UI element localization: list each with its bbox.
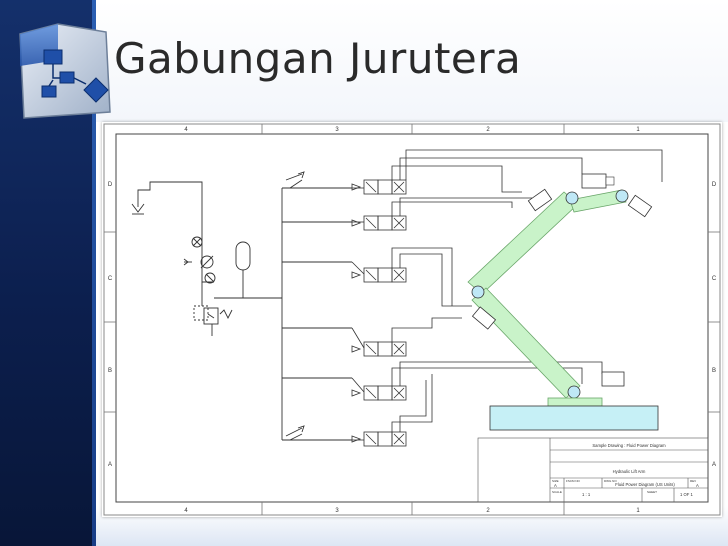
zone-label-right-b: B	[712, 368, 716, 374]
title-block-scale-label: SCALE	[552, 490, 562, 494]
title-block-sheet-label: SHEET	[647, 490, 657, 494]
zone-label-bottom-2: 2	[486, 508, 490, 514]
supply-manifold	[281, 171, 352, 441]
directional-valves	[351, 179, 407, 447]
zone-label-bottom-3: 3	[335, 508, 339, 514]
title-block-rev: A	[696, 483, 699, 488]
title-block-fscm-label: FSCM NO	[566, 479, 580, 483]
zone-label-bottom-4: 4	[184, 508, 188, 514]
zone-label-right-d: D	[712, 182, 717, 188]
title-block-line2: Hydraulic Lift Arm	[613, 469, 646, 474]
zone-label-right-a: A	[712, 462, 716, 468]
title-block-dwg-no: Fluid Power Diagram (US Units)	[615, 482, 675, 487]
zone-label-left-d: D	[108, 182, 113, 188]
zone-label-left-b: B	[108, 368, 112, 374]
zone-label-top-4: 4	[184, 127, 188, 133]
title-block-size: A	[554, 483, 557, 488]
zone-ticks-top	[104, 124, 720, 515]
diagram-document-icon	[19, 23, 111, 119]
zone-label-top-1: 1	[636, 127, 640, 133]
accumulator	[214, 241, 282, 299]
hydraulic-diagram: 4 3 2 1 4 3 2 1 D C B A D C B A Sample D…	[103, 123, 721, 516]
slide-title: Gabungan Jurutera	[114, 34, 522, 83]
title-block-sheet: 1 OF 1	[680, 492, 693, 497]
zone-label-top-3: 3	[335, 127, 339, 133]
title-block-scale: 1 : 1	[582, 492, 591, 497]
zone-label-left-a: A	[108, 462, 112, 468]
lift-arm	[467, 173, 659, 431]
zone-label-top-2: 2	[486, 127, 490, 133]
zone-label-bottom-1: 1	[636, 508, 640, 514]
hydraulic-diagram-frame: 4 3 2 1 4 3 2 1 D C B A D C B A Sample D…	[102, 122, 722, 517]
pump-circuit	[131, 181, 233, 336]
title-block-line1: Sample Drawing : Fluid Power Diagram	[592, 443, 666, 448]
zone-label-right-c: C	[712, 276, 717, 282]
zone-label-left-c: C	[108, 276, 113, 282]
